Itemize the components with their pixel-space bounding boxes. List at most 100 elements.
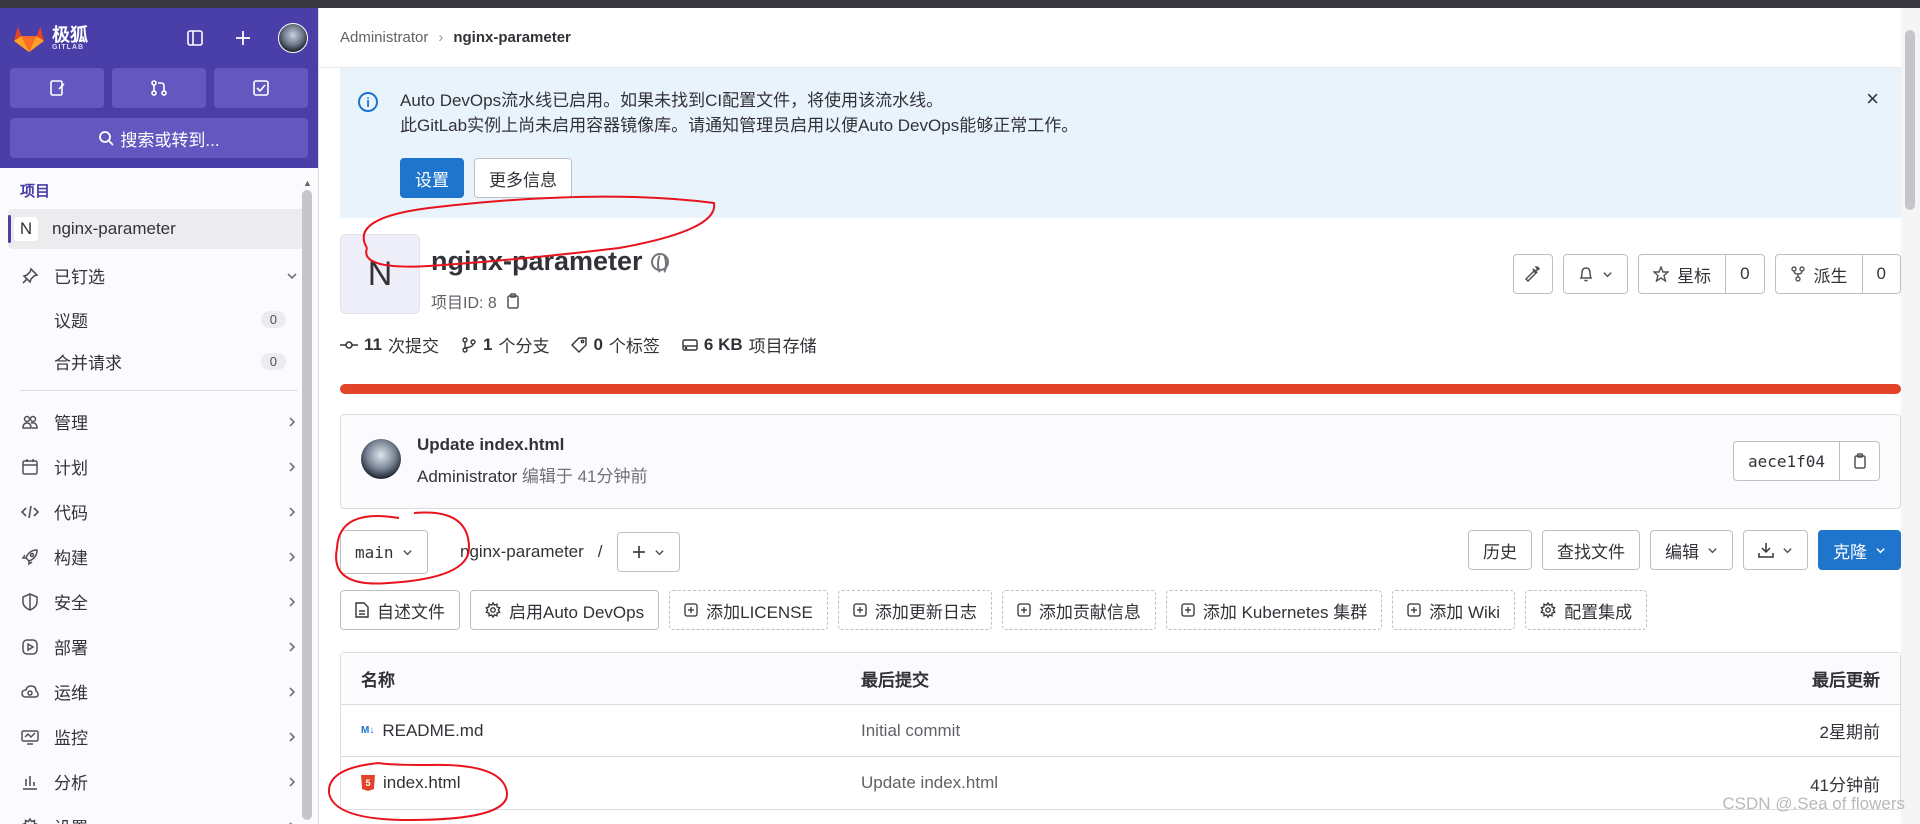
chevron-right-icon <box>289 416 296 427</box>
alert-line-1: Auto DevOps流水线已启用。如果未找到CI配置文件，将使用该流水线。 <box>400 91 944 110</box>
file-name[interactable]: index.html <box>383 773 460 793</box>
configure-integrations-button[interactable]: 配置集成 <box>1525 590 1648 630</box>
history-button[interactable]: 历史 <box>1468 530 1532 570</box>
chevron-right-icon <box>289 551 296 562</box>
breadcrumb-current[interactable]: nginx-parameter <box>453 29 571 46</box>
auto-devops-alert: i Auto DevOps流水线已启用。如果未找到CI配置文件，将使用该流水线。… <box>340 68 1901 218</box>
sidebar-item-security[interactable]: 安全 <box>0 579 318 624</box>
commit-author[interactable]: Administrator <box>417 467 517 486</box>
project-id: 项目ID: 8 <box>431 295 497 312</box>
sidebar-item-plan[interactable]: 计划 <box>0 444 318 489</box>
commits-stat[interactable]: 11 次提交 <box>340 332 439 357</box>
commit-title[interactable]: Update index.html <box>417 435 564 455</box>
branches-stat[interactable]: 1 个分支 <box>461 332 549 357</box>
sidebar-item-build[interactable]: 构建 <box>0 534 318 579</box>
alert-more-info-button[interactable]: 更多信息 <box>474 158 572 198</box>
name-column-header: 名称 <box>361 671 395 690</box>
star-button-group: 星标 0 <box>1638 254 1765 294</box>
download-icon <box>1758 543 1774 558</box>
wrench-icon <box>1525 266 1540 282</box>
close-icon[interactable]: × <box>1866 86 1879 112</box>
storage-stat[interactable]: 6 KB 项目存储 <box>682 332 817 357</box>
sidebar-scrollbar[interactable] <box>302 190 312 820</box>
repository-toolbar: main nginx-parameter / 历史 查找文件 编辑 克隆 <box>340 530 1901 574</box>
file-last-commit[interactable]: Initial commit <box>861 721 1600 741</box>
table-row[interactable]: 5 index.html Update index.html 41分钟前 <box>341 757 1900 809</box>
notifications-dropdown[interactable] <box>1563 254 1629 294</box>
add-changelog-button[interactable]: 添加更新日志 <box>837 590 992 630</box>
sidebar-item-merge-requests[interactable]: 合并请求 0 <box>0 340 318 382</box>
readme-button[interactable]: 自述文件 <box>340 590 460 630</box>
project-settings-button[interactable] <box>1513 254 1554 294</box>
chevron-right-icon <box>289 686 296 697</box>
fork-icon <box>1790 266 1805 282</box>
scroll-up-arrow-icon[interactable]: ▲ <box>303 178 312 188</box>
copy-icon[interactable] <box>505 293 521 309</box>
search-label: 搜索或转到... <box>120 130 220 150</box>
issues-tile-button[interactable] <box>10 68 104 108</box>
file-tree-table: 名称 最后提交 最后更新 M↓ README.md Initial commit… <box>340 652 1901 810</box>
repo-path-root[interactable]: nginx-parameter <box>460 542 584 562</box>
search-icon <box>99 131 115 146</box>
copy-sha-button[interactable] <box>1840 441 1880 481</box>
sidebar-item-label: 安全 <box>54 594 88 613</box>
project-shortcuts: 自述文件 启用Auto DevOps 添加LICENSE 添加更新日志 添加贡献… <box>340 590 1648 630</box>
clone-dropdown[interactable]: 克隆 <box>1818 530 1901 570</box>
chevron-right-icon <box>289 821 293 824</box>
chevron-right-icon <box>289 596 296 607</box>
file-name[interactable]: README.md <box>382 721 483 741</box>
search-button[interactable]: 搜索或转到... <box>10 118 308 158</box>
sidebar-item-deploy[interactable]: 部署 <box>0 624 318 669</box>
chevron-down-icon <box>654 549 664 555</box>
sidebar-item-settings[interactable]: 设置 <box>0 804 318 824</box>
gitlab-logo-icon[interactable] <box>10 23 48 53</box>
plus-square-icon <box>1017 603 1031 617</box>
sidebar-item-label: 构建 <box>54 549 88 568</box>
add-to-tree-dropdown[interactable] <box>616 532 680 572</box>
star-button[interactable]: 星标 <box>1638 254 1727 294</box>
alert-line-2: 此GitLab实例上尚未启用容器镜像库。请通知管理员启用以便Auto DevOp… <box>400 116 1079 135</box>
sidebar-item-project[interactable]: N nginx-parameter <box>8 209 304 249</box>
add-wiki-button[interactable]: 添加 Wiki <box>1392 590 1516 630</box>
tag-icon <box>571 336 588 353</box>
toggle-sidebar-icon[interactable] <box>182 25 208 51</box>
todo-tile-button[interactable] <box>214 68 308 108</box>
add-kubernetes-cluster-button[interactable]: 添加 Kubernetes 集群 <box>1165 590 1383 630</box>
table-row[interactable]: M↓ README.md Initial commit 2星期前 <box>341 705 1900 757</box>
sidebar-item-code[interactable]: 代码 <box>0 489 318 534</box>
sidebar-item-pinned[interactable]: 已钉选 <box>0 253 318 298</box>
merge-requests-tile-button[interactable] <box>112 68 206 108</box>
edit-dropdown[interactable]: 编辑 <box>1650 530 1733 570</box>
repository-language-bar[interactable] <box>340 384 1901 394</box>
sidebar-item-analytics[interactable]: 分析 <box>0 759 318 804</box>
add-license-button[interactable]: 添加LICENSE <box>669 590 828 630</box>
user-avatar[interactable] <box>278 23 308 53</box>
commit-author-avatar[interactable] <box>361 439 401 479</box>
sidebar-item-manage[interactable]: 管理 <box>0 399 318 444</box>
find-file-button[interactable]: 查找文件 <box>1542 530 1640 570</box>
file-last-update: 41分钟前 <box>1810 775 1880 795</box>
fork-button[interactable]: 派生 <box>1774 254 1863 294</box>
enable-auto-devops-button[interactable]: 启用Auto DevOps <box>470 590 660 630</box>
branch-selector[interactable]: main <box>340 530 428 574</box>
sidebar-item-operate[interactable]: 运维 <box>0 669 318 714</box>
add-contributing-button[interactable]: 添加贡献信息 <box>1001 590 1156 630</box>
alert-settings-button[interactable]: 设置 <box>400 158 464 198</box>
plus-square-icon <box>1407 603 1421 617</box>
fork-count[interactable]: 0 <box>1862 254 1901 294</box>
download-dropdown[interactable] <box>1743 530 1808 570</box>
chevron-right-icon <box>289 506 296 517</box>
breadcrumb-parent[interactable]: Administrator <box>340 29 428 46</box>
star-count[interactable]: 0 <box>1726 254 1765 294</box>
commit-sha[interactable]: aece1f04 <box>1732 441 1840 481</box>
sidebar-item-monitor[interactable]: 监控 <box>0 714 318 759</box>
sidebar-item-issues[interactable]: 议题 0 <box>0 298 318 340</box>
file-icon <box>355 602 369 618</box>
page-scrollbar[interactable] <box>1905 30 1915 210</box>
tags-stat[interactable]: 0 个标签 <box>571 332 660 357</box>
file-last-commit[interactable]: Update index.html <box>861 773 1600 793</box>
info-icon: i <box>358 92 378 112</box>
fork-button-group: 派生 0 <box>1774 254 1901 294</box>
plus-icon[interactable] <box>230 25 256 51</box>
chevron-right-icon <box>289 776 296 787</box>
